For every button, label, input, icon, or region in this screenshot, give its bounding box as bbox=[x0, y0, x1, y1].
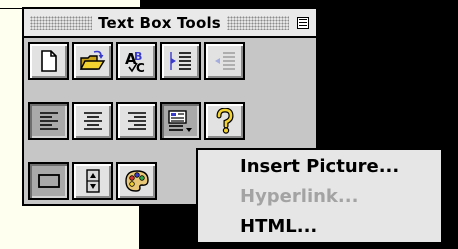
insert-object-menu-icon bbox=[167, 110, 192, 132]
decrease-indent-button[interactable] bbox=[204, 42, 245, 80]
page-edge-line bbox=[0, 8, 22, 9]
insert-object-dropdown-menu: Insert Picture... Hyperlink... HTML... bbox=[196, 148, 443, 244]
spelling-check-icon: A B C bbox=[125, 50, 145, 74]
menu-item-insert-picture[interactable]: Insert Picture... bbox=[240, 154, 399, 180]
scroll-arrows-icon bbox=[85, 169, 100, 193]
align-right-button[interactable] bbox=[116, 102, 157, 140]
collapse-box-icon[interactable] bbox=[297, 16, 309, 29]
scroll-setting-button[interactable] bbox=[72, 162, 113, 200]
border-button[interactable] bbox=[28, 162, 69, 200]
new-document-button[interactable] bbox=[28, 42, 69, 80]
color-palette-icon bbox=[124, 170, 149, 192]
open-folder-icon bbox=[79, 50, 105, 70]
align-center-icon bbox=[83, 112, 102, 130]
title-grip-left bbox=[30, 15, 93, 30]
new-document-icon bbox=[40, 50, 57, 72]
align-left-icon bbox=[39, 112, 58, 130]
border-rectangle-icon bbox=[37, 174, 60, 188]
spelling-button[interactable]: A B C bbox=[116, 42, 157, 80]
help-icon bbox=[216, 108, 234, 134]
align-left-button[interactable] bbox=[28, 102, 69, 140]
decrease-indent-icon bbox=[214, 52, 235, 70]
menu-item-html[interactable]: HTML... bbox=[240, 214, 317, 240]
increase-indent-button[interactable] bbox=[160, 42, 201, 80]
svg-text:C: C bbox=[136, 61, 145, 74]
insert-object-menu-button[interactable] bbox=[160, 102, 201, 140]
menu-item-hyperlink: Hyperlink... bbox=[240, 186, 359, 207]
help-button[interactable] bbox=[204, 102, 245, 140]
open-file-button[interactable] bbox=[72, 42, 113, 80]
color-button[interactable] bbox=[116, 162, 157, 200]
align-right-icon bbox=[127, 112, 146, 130]
align-center-button[interactable] bbox=[72, 102, 113, 140]
title-grip-right bbox=[226, 15, 289, 30]
increase-indent-icon bbox=[169, 52, 191, 70]
palette-title: Text Box Tools bbox=[98, 13, 221, 32]
palette-title-bar[interactable]: Text Box Tools bbox=[24, 9, 316, 38]
